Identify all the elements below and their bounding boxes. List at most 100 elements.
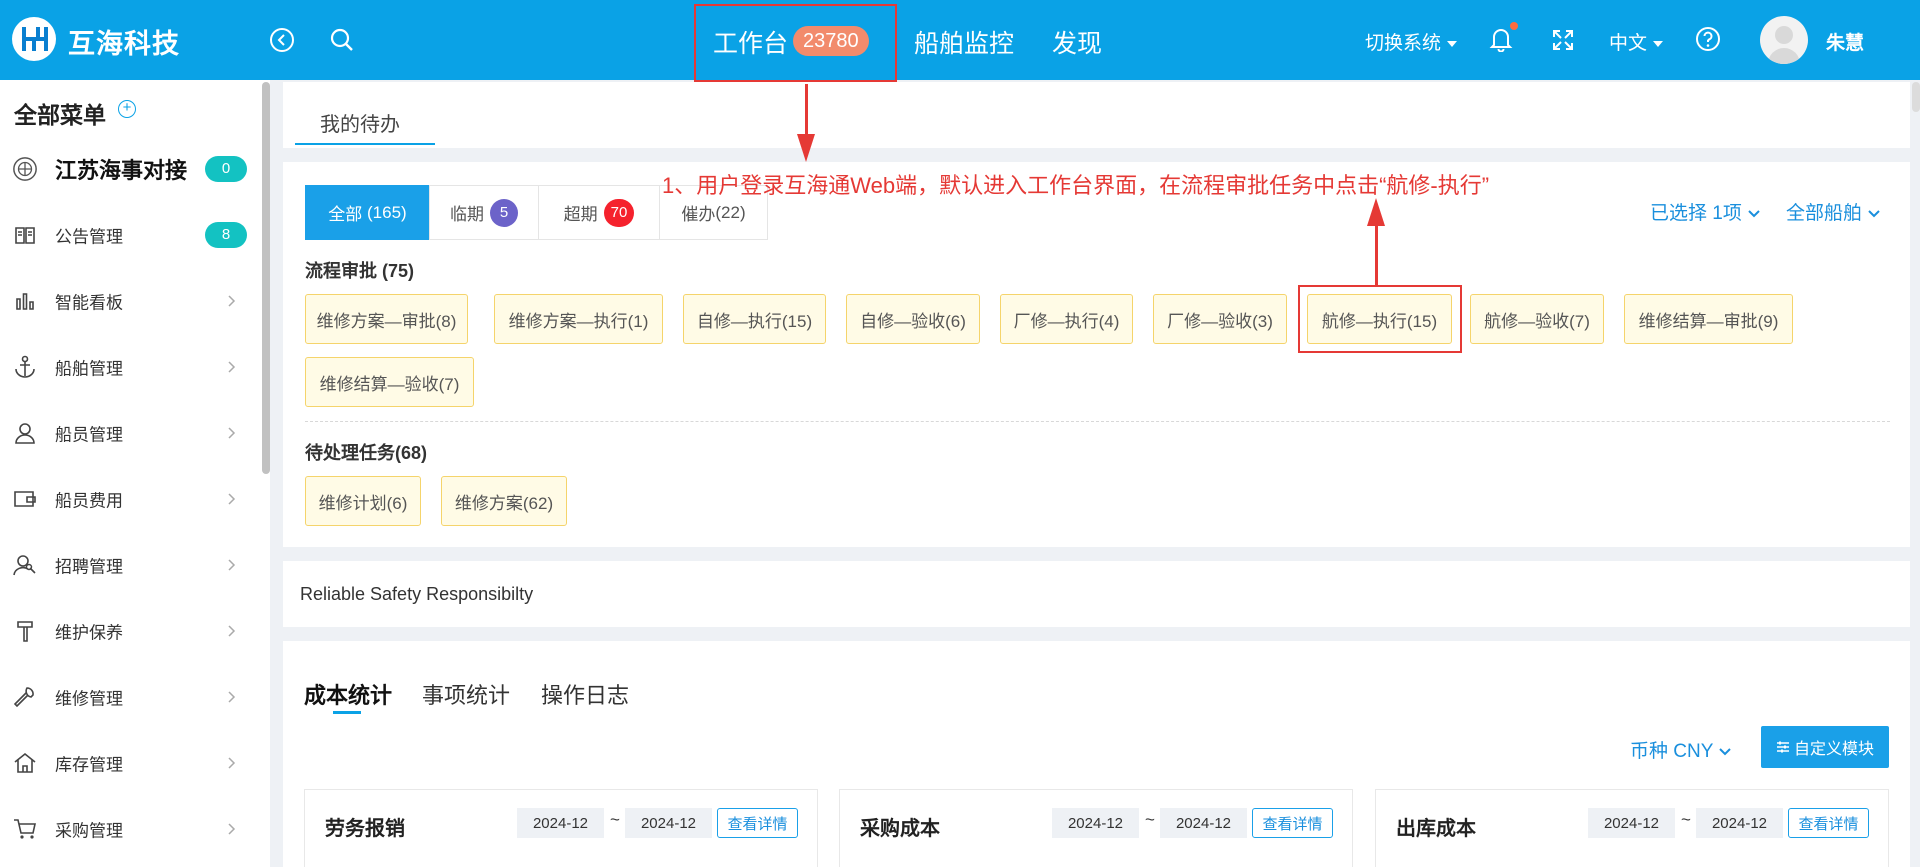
- sidebar-item-inventory[interactable]: 库存管理: [0, 730, 262, 796]
- sidebar-item-label: 智能看板: [55, 293, 123, 313]
- sidebar-item-procurement[interactable]: 采购管理: [0, 796, 262, 862]
- pending-section-title: 待处理任务(68): [305, 443, 428, 463]
- home-icon: [12, 750, 38, 776]
- tab-cost-stats[interactable]: 成本统计: [304, 678, 392, 710]
- add-menu-icon[interactable]: +: [118, 100, 136, 118]
- task-chip[interactable]: 维修结算—验收(7): [305, 357, 474, 407]
- cost-card-purchase: 采购成本 2024-12 ~ 2024-12 查看详情: [839, 789, 1353, 867]
- nav-discover[interactable]: 发现: [1052, 24, 1102, 60]
- user-avatar[interactable]: [1760, 16, 1808, 64]
- task-chip[interactable]: 维修方案—审批(8): [305, 294, 468, 344]
- cart-icon: [12, 816, 38, 842]
- chevron-right-icon: [228, 361, 236, 373]
- wallet-icon: [12, 486, 38, 512]
- sidebar-item-repair-management[interactable]: 维修管理: [0, 664, 262, 730]
- date-separator: ~: [1145, 810, 1155, 829]
- bar-chart-icon: [12, 288, 38, 314]
- arrow-down-head-icon: [797, 134, 815, 162]
- chevron-down-icon: [1748, 210, 1760, 218]
- currency-dropdown[interactable]: 币种 CNY: [1630, 736, 1732, 763]
- sidebar-item-dashboard[interactable]: 智能看板: [0, 268, 262, 334]
- back-icon[interactable]: [267, 25, 297, 55]
- date-to-field[interactable]: 2024-12: [1696, 808, 1783, 838]
- date-separator: ~: [1681, 810, 1691, 829]
- tab-active-underline: [295, 143, 435, 145]
- custom-module-button[interactable]: 自定义模块: [1761, 726, 1889, 768]
- tab-my-todo[interactable]: 我的待办: [320, 108, 400, 137]
- task-chip[interactable]: 厂修—验收(3): [1153, 294, 1287, 344]
- fullscreen-icon[interactable]: [1548, 25, 1578, 55]
- count-badge: 8: [205, 222, 247, 248]
- sidebar-item-label: 库存管理: [55, 755, 123, 775]
- task-chip[interactable]: 维修计划(6): [305, 476, 421, 526]
- card-title: 采购成本: [860, 818, 940, 840]
- banner-text: Reliable Safety Responsibilty: [300, 584, 534, 604]
- date-to-field[interactable]: 2024-12: [1160, 808, 1247, 838]
- sidebar-item-ship-management[interactable]: 船舶管理: [0, 334, 262, 400]
- overdue-badge: 70: [603, 198, 635, 227]
- sidebar-item-announcements[interactable]: 公告管理 8: [0, 202, 262, 268]
- section-divider: [305, 421, 1890, 422]
- notification-dot: [1510, 22, 1518, 30]
- filter-due-soon[interactable]: 临期 5: [429, 185, 539, 240]
- task-chip[interactable]: 维修方案—执行(1): [494, 294, 663, 344]
- tab-operation-log[interactable]: 操作日志: [541, 678, 629, 710]
- task-chip[interactable]: 自修—验收(6): [846, 294, 980, 344]
- switch-system-dropdown[interactable]: 切换系统: [1365, 28, 1458, 55]
- page-scrollbar[interactable]: [1912, 82, 1920, 112]
- task-chip[interactable]: 维修方案(62): [441, 476, 567, 526]
- card-title: 出库成本: [1396, 818, 1476, 840]
- sidebar-item-label: 采购管理: [55, 821, 123, 841]
- date-from-field[interactable]: 2024-12: [1052, 808, 1139, 838]
- todo-tab-bar: [283, 82, 1910, 148]
- help-icon[interactable]: [1693, 24, 1723, 54]
- date-to-field[interactable]: 2024-12: [625, 808, 712, 838]
- sidebar-item-label: 江苏海事对接: [55, 158, 188, 183]
- all-ships-dropdown[interactable]: 全部船舶: [1786, 198, 1881, 225]
- task-chip[interactable]: 厂修—执行(4): [1000, 294, 1133, 344]
- username[interactable]: 朱慧: [1826, 28, 1864, 55]
- sidebar-scrollbar[interactable]: [262, 82, 270, 474]
- company-logo[interactable]: [12, 17, 56, 61]
- sidebar-item-label: 公告管理: [55, 227, 123, 247]
- chevron-right-icon: [228, 493, 236, 505]
- caret-down-icon: [1653, 41, 1664, 47]
- arrow-up-head-icon: [1367, 198, 1385, 226]
- selected-filter-dropdown[interactable]: 已选择 1项: [1650, 198, 1761, 225]
- count-badge: 0: [205, 156, 247, 182]
- filter-overdue[interactable]: 超期 70: [538, 185, 660, 240]
- nav-ship-monitor[interactable]: 船舶监控: [914, 24, 1014, 60]
- task-chip[interactable]: 航修—验收(7): [1470, 294, 1604, 344]
- brand-name: 互海科技: [68, 29, 180, 59]
- sidebar-item-crew-expenses[interactable]: 船员费用: [0, 466, 262, 532]
- filter-all[interactable]: 全部 (165): [305, 185, 430, 240]
- sidebar-item-jiangsu-maritime[interactable]: 江苏海事对接 0: [0, 136, 262, 202]
- sidebar: 全部菜单 + 江苏海事对接 0 公告管理 8 智能看板 船舶管理 船员管理 船员…: [0, 80, 270, 867]
- view-details-button[interactable]: 查看详情: [717, 808, 798, 838]
- tab-item-stats[interactable]: 事项统计: [422, 678, 510, 710]
- task-chip[interactable]: 维修结算—审批(9): [1624, 294, 1793, 344]
- chevron-right-icon: [228, 691, 236, 703]
- sidebar-item-maintenance[interactable]: 维护保养: [0, 598, 262, 664]
- annotation-arrow-up: [1375, 222, 1378, 286]
- workbench-highlight-box: [694, 4, 897, 82]
- chevron-down-icon: [1868, 210, 1881, 218]
- anchor-icon: [12, 354, 38, 380]
- view-details-button[interactable]: 查看详情: [1252, 808, 1333, 838]
- sidebar-item-label: 船员费用: [55, 491, 123, 511]
- task-chip[interactable]: 自修—执行(15): [683, 294, 826, 344]
- date-from-field[interactable]: 2024-12: [1588, 808, 1675, 838]
- chevron-right-icon: [228, 295, 236, 307]
- instruction-annotation: 1、用户登录互海通Web端，默认进入工作台界面，在流程审批任务中点击“航修-执行…: [662, 173, 1490, 198]
- date-from-field[interactable]: 2024-12: [517, 808, 604, 838]
- sidebar-item-recruitment[interactable]: 招聘管理: [0, 532, 262, 598]
- sidebar-item-label: 船员管理: [55, 425, 123, 445]
- due-soon-badge: 5: [490, 198, 518, 227]
- chevron-right-icon: [228, 427, 236, 439]
- sidebar-item-label: 船舶管理: [55, 359, 123, 379]
- view-details-button[interactable]: 查看详情: [1788, 808, 1869, 838]
- language-dropdown[interactable]: 中文: [1609, 28, 1664, 55]
- search-icon[interactable]: [327, 25, 357, 55]
- sidebar-item-crew-management[interactable]: 船员管理: [0, 400, 262, 466]
- book-icon: [12, 222, 38, 248]
